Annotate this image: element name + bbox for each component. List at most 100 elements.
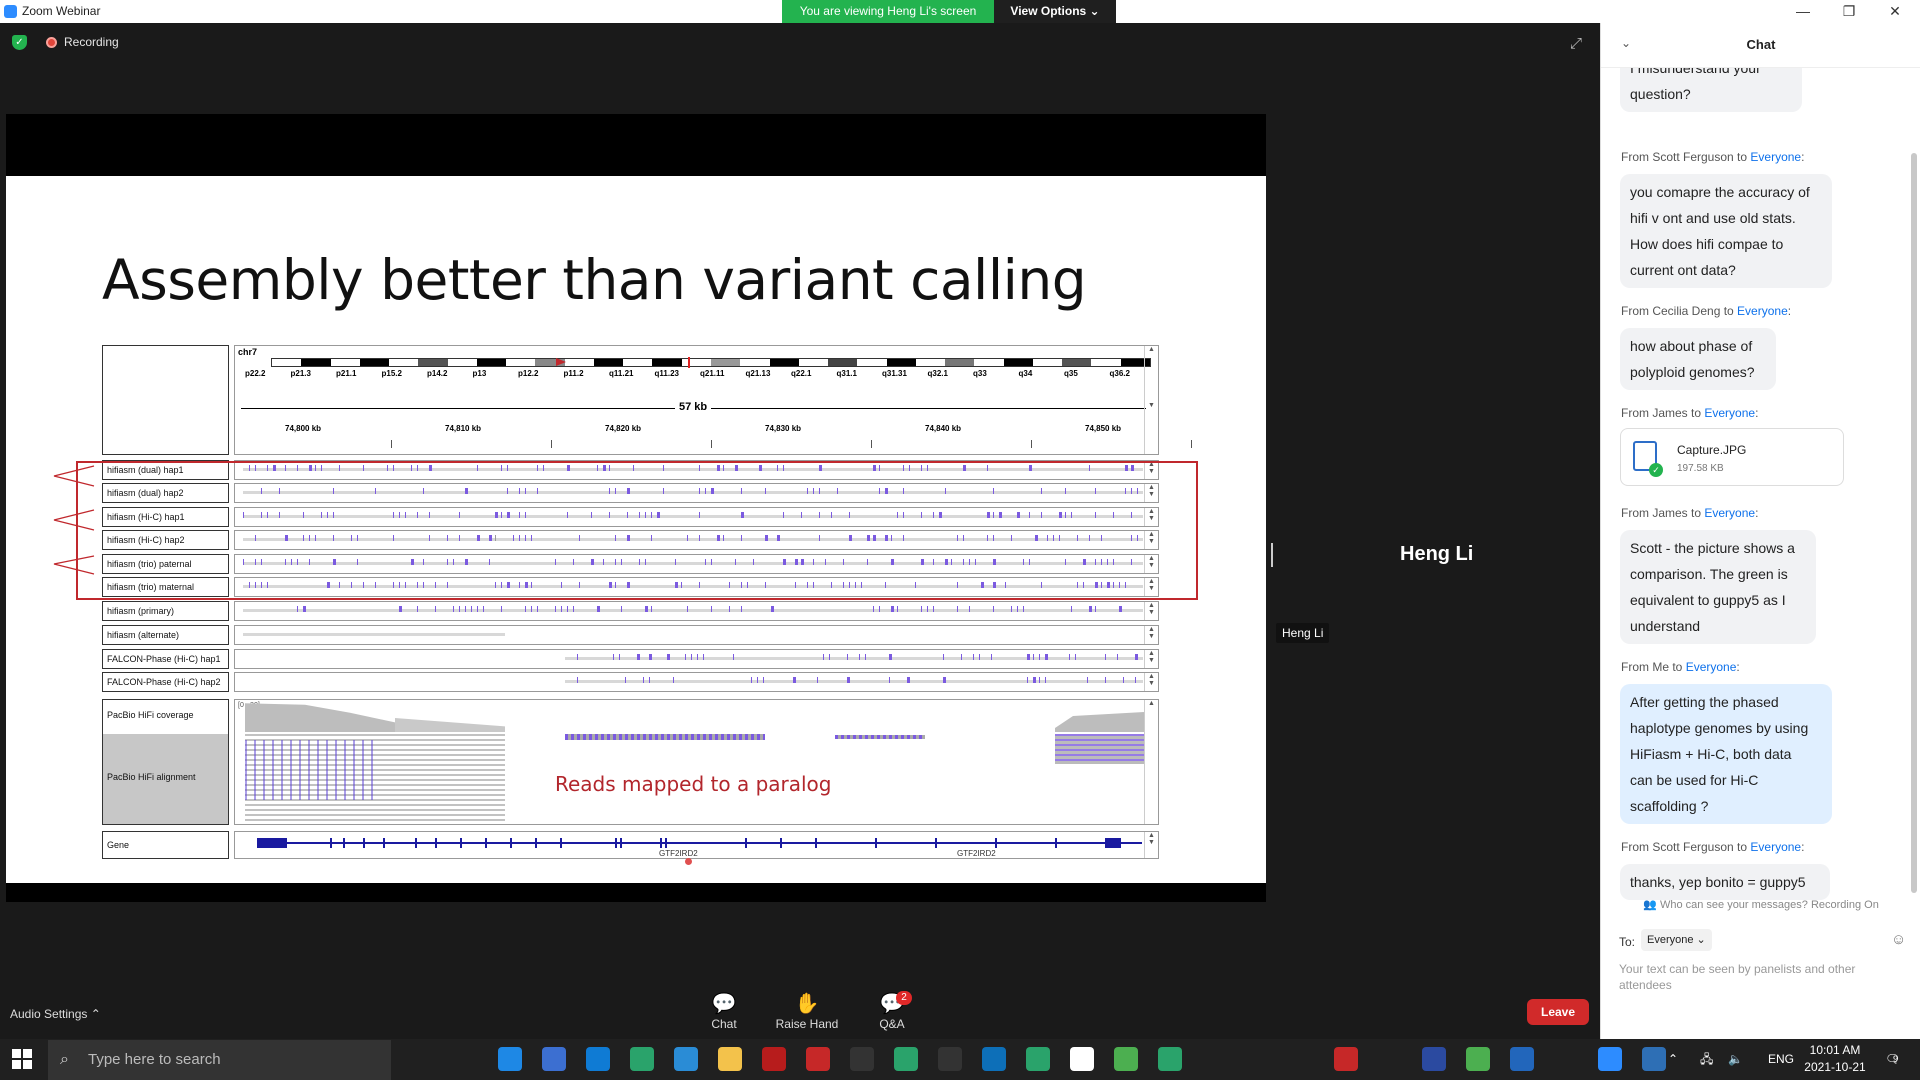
pacbio-scrollbar[interactable]: ▲	[1144, 700, 1158, 824]
app-icon[interactable]	[1466, 1047, 1490, 1071]
task-view-icon[interactable]	[450, 1047, 474, 1071]
slide-title: Assembly better than variant calling	[102, 248, 1087, 312]
close-button[interactable]: ✕	[1872, 0, 1918, 23]
app-icon[interactable]	[1334, 1047, 1358, 1071]
variant-mark	[1123, 677, 1124, 683]
variant-mark	[673, 677, 674, 683]
variant-mark	[993, 606, 994, 612]
browser-icon[interactable]	[1158, 1047, 1182, 1071]
variant-mark	[1105, 654, 1106, 660]
view-options-button[interactable]: View Options ⌄	[994, 0, 1116, 23]
file-explorer-icon[interactable]	[718, 1047, 742, 1071]
track-scrollbar[interactable]: ▲ ▼	[1144, 650, 1158, 668]
variant-mark	[483, 606, 484, 612]
r-icon[interactable]	[1510, 1047, 1534, 1071]
ruler-tick	[711, 440, 712, 448]
igv-track-data: ▲ ▼	[234, 625, 1159, 645]
word-icon[interactable]	[1070, 1047, 1094, 1071]
audio-settings-button[interactable]: Audio Settings ⌃	[10, 1007, 101, 1021]
app-icon[interactable]	[1246, 1047, 1270, 1071]
app-icon[interactable]	[1114, 1047, 1138, 1071]
encryption-shield-icon[interactable]: ✓	[12, 35, 27, 50]
variant-mark	[847, 677, 850, 683]
chromosome-label: chr7	[238, 347, 258, 357]
emoji-icon[interactable]: ☺	[1891, 931, 1906, 948]
cortana-icon[interactable]	[403, 1047, 427, 1071]
qa-button[interactable]: 💬 2 Q&A	[852, 991, 932, 1031]
visibility-note[interactable]: 👥 Who can see your messages? Recording O…	[1601, 898, 1920, 911]
variant-mark	[793, 677, 796, 683]
leave-button[interactable]: Leave	[1527, 999, 1589, 1025]
ideogram-band	[506, 359, 536, 366]
app-icon[interactable]	[1554, 1047, 1578, 1071]
message-sender: From Scott Ferguson to Everyone:	[1621, 150, 1805, 164]
raise-hand-button[interactable]: ✋ Raise Hand	[767, 991, 847, 1031]
recording-icon	[46, 37, 57, 48]
globe-icon[interactable]	[674, 1047, 698, 1071]
band-label: p14.2	[427, 369, 448, 378]
track-scrollbar[interactable]: ▲ ▼	[1144, 626, 1158, 644]
track-scrollbar[interactable]: ▲ ▼	[1144, 673, 1158, 691]
chat-input[interactable]: Your text can be seen by panelists and o…	[1619, 961, 1899, 993]
zoom-icon[interactable]	[1598, 1047, 1622, 1071]
browser-icon[interactable]	[894, 1047, 918, 1071]
variant-mark	[1135, 677, 1136, 683]
variant-mark	[865, 654, 866, 660]
edge-icon[interactable]	[586, 1047, 610, 1071]
ruler-scrollbar[interactable]: ▲ ▼	[1144, 346, 1158, 454]
fullscreen-expand-icon[interactable]: ⤢	[1570, 35, 1582, 52]
chat-button[interactable]: 💬 Chat	[684, 991, 764, 1031]
split-divider-handle[interactable]	[1271, 543, 1273, 567]
alignment-reads-mid2	[835, 735, 925, 739]
variant-mark	[643, 677, 644, 683]
windows-start-icon[interactable]	[12, 1049, 32, 1069]
taskbar-search-input[interactable]: ⌕ Type here to search	[48, 1040, 391, 1080]
app-icon[interactable]	[1422, 1047, 1446, 1071]
ie-icon[interactable]	[498, 1047, 522, 1071]
variant-mark	[1119, 606, 1122, 612]
variant-mark	[897, 606, 898, 612]
app-icon[interactable]	[806, 1047, 830, 1071]
gene-exon	[780, 838, 782, 848]
variant-mark	[873, 606, 874, 612]
gene-exon	[535, 838, 537, 848]
chat-header: ⌄ Chat	[1601, 23, 1920, 68]
restore-button[interactable]: ❐	[1826, 0, 1872, 23]
variant-mark	[729, 606, 730, 612]
variant-mark	[1105, 677, 1106, 683]
app-icon[interactable]	[1202, 1047, 1226, 1071]
app-icon[interactable]	[850, 1047, 874, 1071]
app-icon[interactable]	[938, 1047, 962, 1071]
ideogram-band	[828, 359, 858, 366]
variant-mark	[525, 606, 526, 612]
chat-message-list: I misunderstand your question? From Scot…	[1601, 68, 1911, 918]
gene-track-name: Gene	[102, 831, 229, 859]
recipient-dropdown[interactable]: Everyone ⌄	[1641, 929, 1712, 951]
shared-slide: Assembly better than variant calling chr…	[6, 176, 1266, 883]
track-scrollbar[interactable]: ▲ ▼	[1144, 602, 1158, 620]
browser-icon[interactable]	[630, 1047, 654, 1071]
file-attachment-card[interactable]: ✓ Capture.JPG 197.58 KB	[1620, 428, 1844, 486]
gene-exon	[363, 838, 365, 848]
app-icon[interactable]	[1290, 1047, 1314, 1071]
github-icon[interactable]	[1378, 1047, 1402, 1071]
taskbar-clock[interactable]: 10:01 AM 2021-10-21	[1795, 1042, 1875, 1076]
app-icon[interactable]	[982, 1047, 1006, 1071]
photo-icon[interactable]	[1642, 1047, 1666, 1071]
tray-chevron-icon[interactable]: ⌃	[1668, 1039, 1678, 1080]
gene-exon	[383, 838, 385, 848]
variant-mark	[453, 606, 454, 612]
network-icon[interactable]: 🖧	[1700, 1039, 1713, 1080]
chat-scrollbar[interactable]	[1911, 153, 1917, 893]
gene-exon	[745, 838, 747, 848]
volume-icon[interactable]: 🔈	[1728, 1039, 1743, 1080]
browser-icon[interactable]	[1026, 1047, 1050, 1071]
gene-scrollbar[interactable]: ▲ ▼	[1144, 832, 1158, 858]
app-icon[interactable]	[542, 1047, 566, 1071]
minimize-button[interactable]: —	[1780, 0, 1826, 23]
pdf-icon[interactable]	[762, 1047, 786, 1071]
variant-mark	[625, 677, 626, 683]
coverage-area-left	[245, 703, 395, 732]
gene-line	[257, 842, 1142, 844]
language-indicator[interactable]: ENG	[1768, 1039, 1794, 1080]
